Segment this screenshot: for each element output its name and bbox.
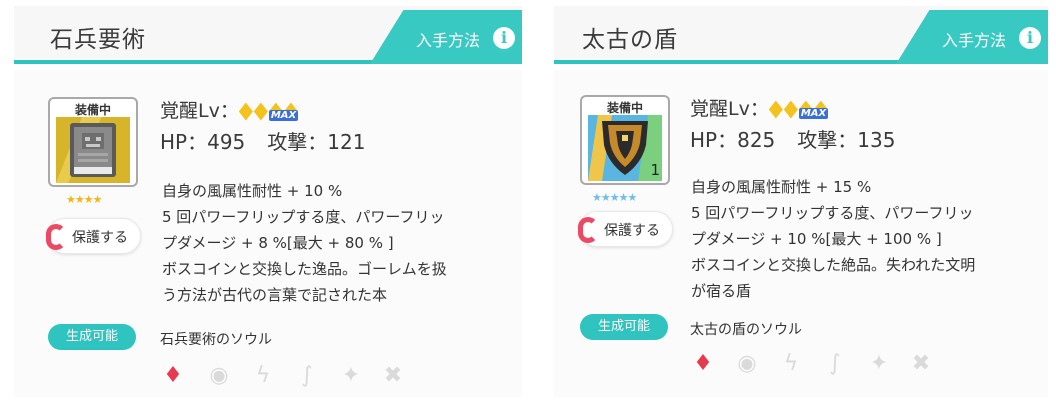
hp-value: HP：825 bbox=[690, 128, 776, 152]
rarity-stars: ★★★★★ bbox=[592, 191, 637, 204]
acquire-method-label: 入手方法 bbox=[942, 31, 1007, 50]
dark-icon: ✖ bbox=[911, 351, 931, 376]
protect-toggle-icon bbox=[46, 224, 66, 250]
awaken-gems: MAX bbox=[768, 99, 843, 121]
description-line: 自身の風属性耐性 + 15 % bbox=[691, 178, 872, 196]
stone-book-icon bbox=[56, 117, 130, 183]
awaken-gem-icon bbox=[768, 100, 783, 119]
description-line: ボスコインと交換した絶品。失われた文明 bbox=[691, 256, 976, 274]
card-title: 石兵要術 bbox=[50, 27, 146, 53]
equipped-badge: 装備中 bbox=[71, 101, 115, 118]
awaken-gem-icon bbox=[253, 102, 268, 121]
equipment-card-stone-soldier: 石兵要術 入手方法 i 装備中 ★★★★ 保護する 覚醒Lv： MAX HP：4… bbox=[0, 0, 530, 403]
acquire-method-button[interactable]: 入手方法 i bbox=[370, 10, 522, 64]
generate-button[interactable]: 生成可能 bbox=[580, 314, 668, 340]
info-icon: i bbox=[493, 27, 515, 49]
stats-row: HP：825 攻撃：135 bbox=[690, 124, 917, 153]
stack-count: 1 bbox=[650, 161, 660, 179]
equipped-badge: 装備中 bbox=[603, 99, 647, 116]
thunder-icon: ϟ bbox=[783, 351, 799, 376]
wind-icon: ∫ bbox=[301, 363, 313, 388]
item-description: 自身の風属性耐性 + 10 % 5 回パワーフリップする度、パワーフリッ プダメ… bbox=[162, 178, 447, 308]
soul-name: 石兵要術のソウル bbox=[160, 332, 272, 348]
soul-name: 太古の盾のソウル bbox=[690, 322, 802, 338]
card-title: 太古の盾 bbox=[582, 27, 678, 53]
light-icon: ✦ bbox=[341, 363, 361, 388]
awaken-level: 覚醒Lv： MAX bbox=[160, 96, 313, 123]
light-icon: ✦ bbox=[869, 351, 889, 376]
description-line: う方法が古代の言葉で記された本 bbox=[162, 286, 388, 304]
generate-button[interactable]: 生成可能 bbox=[48, 324, 136, 350]
wind-icon: ∫ bbox=[829, 351, 841, 376]
rarity-stars: ★★★★ bbox=[66, 193, 102, 206]
item-thumbnail[interactable]: 装備中 bbox=[48, 97, 138, 187]
description-line: が宿る盾 bbox=[691, 282, 752, 300]
max-badge: MAX bbox=[268, 109, 299, 121]
stats-row: HP：495 攻撃：121 bbox=[160, 126, 387, 155]
item-description: 自身の風属性耐性 + 15 % 5 回パワーフリップする度、パワーフリッ プダメ… bbox=[691, 174, 975, 304]
protect-toggle-icon bbox=[578, 217, 598, 243]
protect-label: 保護する bbox=[72, 230, 128, 246]
description-line: 5 回パワーフリップする度、パワーフリッ bbox=[691, 204, 974, 222]
water-icon: ◉ bbox=[209, 363, 229, 388]
fire-icon: ♦ bbox=[693, 351, 713, 376]
thunder-icon: ϟ bbox=[255, 363, 271, 388]
card-header: 石兵要術 入手方法 i bbox=[14, 6, 522, 64]
description-line: 自身の風属性耐性 + 10 % bbox=[162, 182, 343, 200]
description-line: ボスコインと交換した逸品。ゴーレムを扱 bbox=[162, 260, 447, 278]
item-thumbnail[interactable]: 装備中 1 bbox=[580, 95, 670, 185]
awaken-level: 覚醒Lv： MAX bbox=[690, 94, 843, 121]
acquire-method-label: 入手方法 bbox=[416, 31, 481, 50]
water-icon: ◉ bbox=[737, 351, 757, 376]
max-badge: MAX bbox=[798, 107, 829, 119]
description-line: プダメージ + 10 %[最大 + 100 % ] bbox=[691, 230, 942, 248]
attack-value: 攻撃：121 bbox=[267, 130, 366, 154]
protect-button[interactable]: 保護する bbox=[578, 211, 673, 247]
awaken-label: 覚醒Lv： bbox=[690, 98, 769, 120]
info-icon: i bbox=[1019, 27, 1041, 49]
protect-label: 保護する bbox=[604, 223, 660, 239]
hp-value: HP：495 bbox=[160, 130, 246, 154]
equipment-card-ancient-shield: 太古の盾 入手方法 i 装備中 1 ★★★★★ 保護する 覚醒Lv： MAX H… bbox=[540, 0, 1056, 403]
awaken-gem-icon bbox=[783, 100, 798, 119]
protect-button[interactable]: 保護する bbox=[46, 218, 141, 254]
attack-value: 攻撃：135 bbox=[797, 128, 896, 152]
card-header: 太古の盾 入手方法 i bbox=[554, 6, 1048, 64]
description-line: プダメージ + 8 %[最大 + 80 % ] bbox=[162, 234, 394, 252]
awaken-gems: MAX bbox=[238, 101, 313, 123]
acquire-method-button[interactable]: 入手方法 i bbox=[896, 10, 1048, 64]
dark-icon: ✖ bbox=[383, 363, 403, 388]
awaken-gem-icon bbox=[238, 102, 253, 121]
description-line: 5 回パワーフリップする度、パワーフリッ bbox=[162, 208, 445, 226]
fire-icon: ♦ bbox=[163, 363, 183, 388]
awaken-label: 覚醒Lv： bbox=[160, 100, 239, 122]
